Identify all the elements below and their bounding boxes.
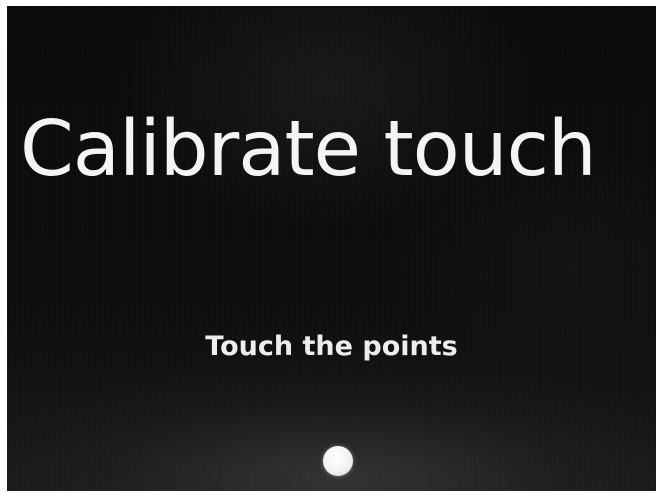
page-title: Calibrate touch bbox=[20, 105, 597, 194]
calibration-point-icon[interactable] bbox=[323, 446, 353, 476]
instruction-text: Touch the points bbox=[205, 331, 458, 362]
display-screen: Calibrate touch Touch the points bbox=[7, 6, 656, 491]
photo-frame: Calibrate touch Touch the points bbox=[0, 0, 662, 497]
